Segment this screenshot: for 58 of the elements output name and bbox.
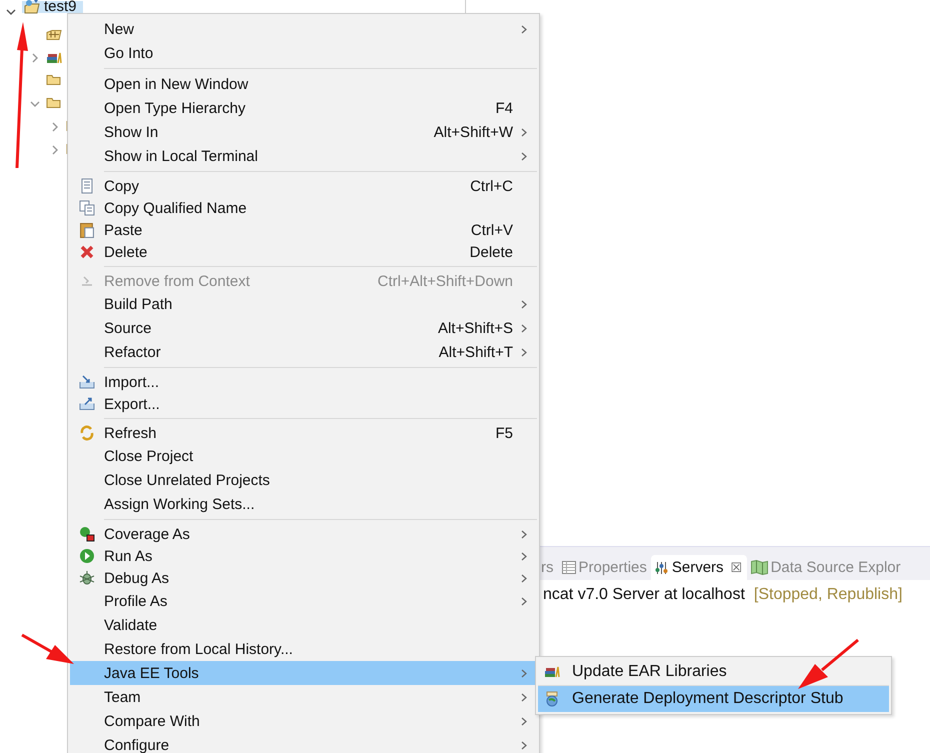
menu-item[interactable]: Configure [70, 733, 537, 753]
menu-item[interactable]: Validate [70, 613, 537, 637]
menu-item[interactable]: Assign Working Sets... [70, 492, 537, 516]
package-folder-icon [46, 28, 62, 42]
import-icon [79, 375, 95, 389]
books-icon [46, 52, 62, 64]
chevron-icon[interactable] [6, 6, 16, 16]
menu-item[interactable]: Close Unrelated Projects [70, 468, 537, 492]
menu-item[interactable]: Paste Ctrl+V [70, 219, 537, 241]
menu-item[interactable]: Refresh F5 [70, 422, 537, 444]
table-icon [562, 561, 576, 574]
menu-item[interactable]: Update EAR Libraries [538, 659, 889, 685]
menu-item[interactable]: Go Into [70, 41, 537, 65]
globe-jar-icon [544, 691, 560, 707]
menu-item[interactable]: Refactor Alt+Shift+T [70, 340, 537, 364]
menu-item[interactable]: Source Alt+Shift+S [70, 316, 537, 340]
menu-item[interactable]: Team [70, 685, 537, 709]
arrow-drawing [798, 638, 859, 689]
menu-item[interactable]: Java EE Tools [70, 661, 537, 685]
map-icon [750, 560, 768, 575]
remove-icon [81, 276, 93, 286]
menu-item[interactable]: Show in Local Terminal [70, 144, 537, 168]
coverage-icon [79, 526, 95, 542]
books-icon [544, 666, 560, 678]
servers-icon [654, 560, 669, 574]
server-name[interactable]: ncat v7.0 Server at localhost [543, 586, 745, 604]
menu-item[interactable]: Profile As [70, 589, 537, 613]
menu-item[interactable]: Close Project [70, 444, 537, 468]
tree-item[interactable]: test9 [22, 1, 83, 13]
menu-item[interactable]: Copy Qualified Name [70, 197, 537, 219]
export-icon [79, 397, 95, 411]
menu-item[interactable]: Show In Alt+Shift+W [70, 120, 537, 144]
run-icon [79, 548, 95, 564]
copy-icon [79, 200, 95, 216]
close-icon[interactable]: ☒ [730, 560, 743, 575]
menu-item[interactable]: New [70, 17, 537, 41]
menu-item[interactable]: Build Path [70, 292, 537, 316]
project-icon [24, 0, 40, 15]
bug-icon [79, 570, 95, 586]
menu-item[interactable]: Coverage As [70, 523, 537, 545]
clipboard-icon [80, 222, 94, 238]
menu-item[interactable]: Open Type Hierarchy F4 [70, 96, 537, 120]
menu-item[interactable]: Copy Ctrl+C [70, 175, 537, 197]
copy-icon [81, 178, 93, 194]
arrow-drawing [21, 634, 74, 664]
menu-item[interactable]: Generate Deployment Descriptor Stub [538, 685, 889, 712]
menu-item[interactable]: Debug As [70, 567, 537, 589]
refresh-icon [79, 425, 95, 441]
server-status: [Stopped, Republish] [754, 586, 902, 604]
panel-tab[interactable]: Servers ☒ [650, 555, 747, 580]
menu-item[interactable]: Run As [70, 545, 537, 567]
delete-icon [80, 245, 94, 259]
menu-item[interactable]: Compare With [70, 709, 537, 733]
menu-item[interactable]: Export... [70, 393, 537, 415]
menu-item[interactable]: Delete Delete [70, 241, 537, 263]
menu-item[interactable]: Open in New Window [70, 72, 537, 96]
menu-item[interactable]: Restore from Local History... [70, 637, 537, 661]
menu-item[interactable]: Import... [70, 371, 537, 393]
